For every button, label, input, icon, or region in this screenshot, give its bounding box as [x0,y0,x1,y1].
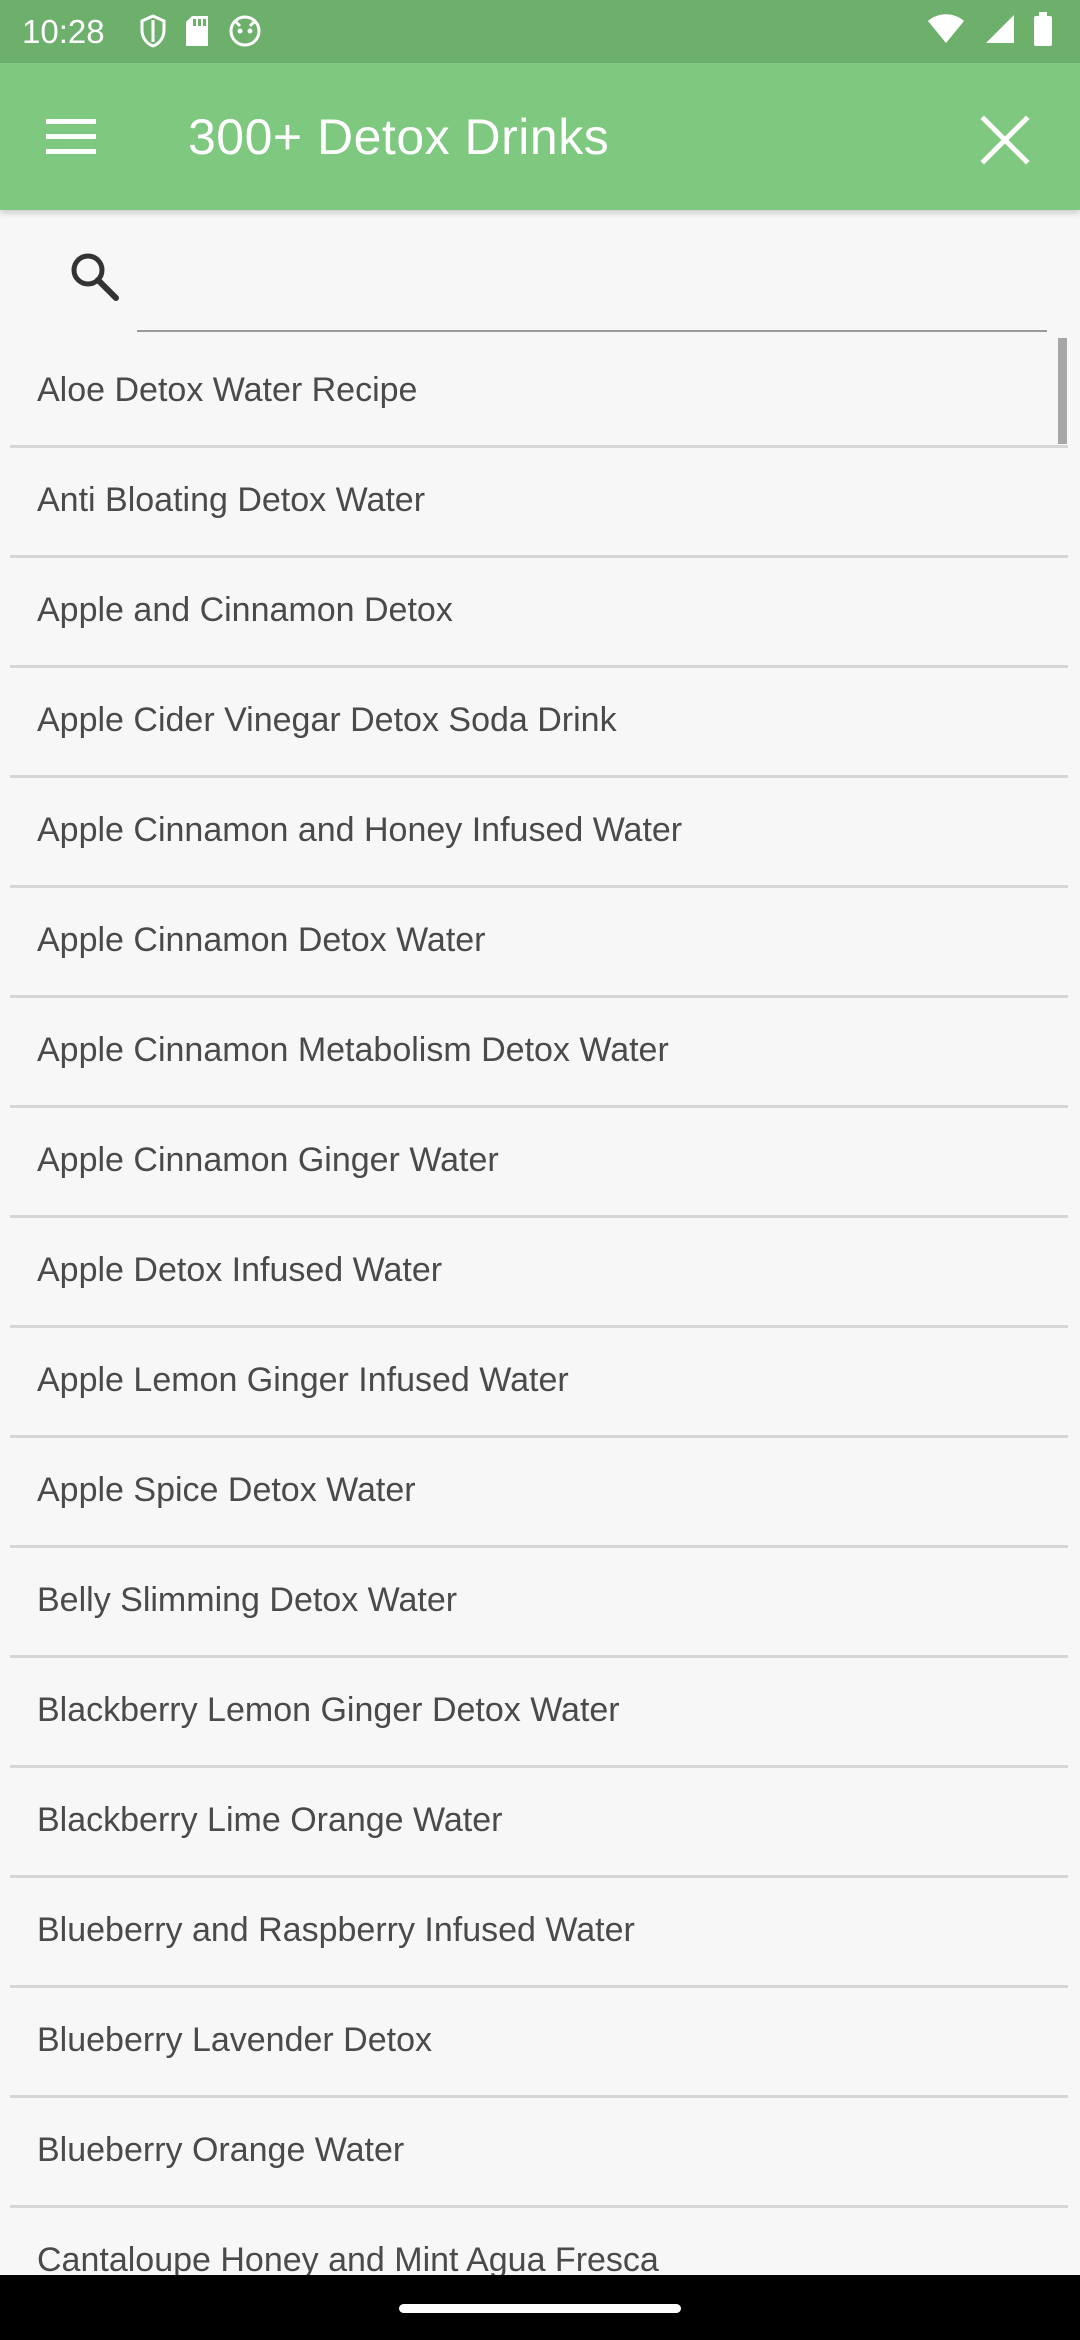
scrollbar[interactable] [1058,338,1067,444]
list-item-label: Apple Cinnamon Ginger Water [37,1141,499,1179]
list-item[interactable]: Anti Bloating Detox Water [10,448,1068,558]
list-item[interactable]: Aloe Detox Water Recipe [10,338,1068,448]
list-item[interactable]: Apple Cinnamon Ginger Water [10,1108,1068,1218]
wifi-icon [928,14,964,43]
list-item-label: Anti Bloating Detox Water [37,481,426,519]
list-item-label: Aloe Detox Water Recipe [37,371,418,409]
list-item-label: Apple Detox Infused Water [37,1251,443,1289]
list-item[interactable]: Blueberry Orange Water [10,2098,1068,2208]
shield-icon [140,14,166,48]
status-time: 10:28 [22,13,105,50]
list-item-label: Blueberry and Raspberry Infused Water [37,1911,635,1949]
list-item-label: Blackberry Lime Orange Water [37,1801,503,1839]
home-handle[interactable] [399,2304,681,2313]
signal-icon [986,15,1014,43]
list-item[interactable]: Blackberry Lime Orange Water [10,1768,1068,1878]
list-item[interactable]: Apple Lemon Ginger Infused Water [10,1328,1068,1438]
list-item-label: Apple Lemon Ginger Infused Water [37,1361,569,1399]
menu-button[interactable] [40,107,108,167]
close-search-button[interactable] [970,105,1040,175]
list-item-label: Belly Slimming Detox Water [37,1581,458,1619]
list-item-label: Apple Cinnamon Metabolism Detox Water [37,1031,669,1069]
close-icon [980,115,1030,165]
list-item[interactable]: Apple Cinnamon and Honey Infused Water [10,778,1068,888]
list-item-label: Apple Cinnamon and Honey Infused Water [37,811,683,849]
menu-icon [46,119,96,154]
list-item[interactable]: Blackberry Lemon Ginger Detox Water [10,1658,1068,1768]
sd-card-icon [186,16,208,46]
search-icon [71,253,119,301]
list-item[interactable]: Apple Detox Infused Water [10,1218,1068,1328]
search-row [0,210,1080,338]
list-item[interactable]: Blueberry Lavender Detox [10,1988,1068,2098]
list-item-label: Apple Cider Vinegar Detox Soda Drink [37,701,617,739]
list-item[interactable]: Apple Spice Detox Water [10,1438,1068,1548]
search-input[interactable] [137,240,1047,332]
list-item[interactable]: Apple and Cinnamon Detox [10,558,1068,668]
list-item-label: Blackberry Lemon Ginger Detox Water [37,1691,620,1729]
android-icon [229,15,261,47]
list-item-label: Apple Spice Detox Water [37,1471,416,1509]
list-item-label: Blueberry Orange Water [37,2131,405,2169]
page-title: 300+ Detox Drinks [188,109,610,165]
list-item[interactable]: Belly Slimming Detox Water [10,1548,1068,1658]
list-item[interactable]: Apple Cinnamon Metabolism Detox Water [10,998,1068,1108]
list-item-label: Apple Cinnamon Detox Water [37,921,486,959]
list-item[interactable]: Apple Cider Vinegar Detox Soda Drink [10,668,1068,778]
recipe-list: Aloe Detox Water Recipe Anti Bloating Det… [10,338,1068,2318]
list-item[interactable]: Apple Cinnamon Detox Water [10,888,1068,998]
app-bar: 300+ Detox Drinks [0,63,1080,210]
list-item[interactable]: Blueberry and Raspberry Infused Water [10,1878,1068,1988]
status-bar: 10:28 [0,0,1080,63]
status-icons-right [926,12,1052,46]
battery-icon [1034,12,1052,46]
list-item-label: Blueberry Lavender Detox [37,2021,433,2059]
list-item-label: Apple and Cinnamon Detox [37,591,453,629]
status-icons-left [140,14,262,48]
navigation-bar [0,2275,1080,2340]
